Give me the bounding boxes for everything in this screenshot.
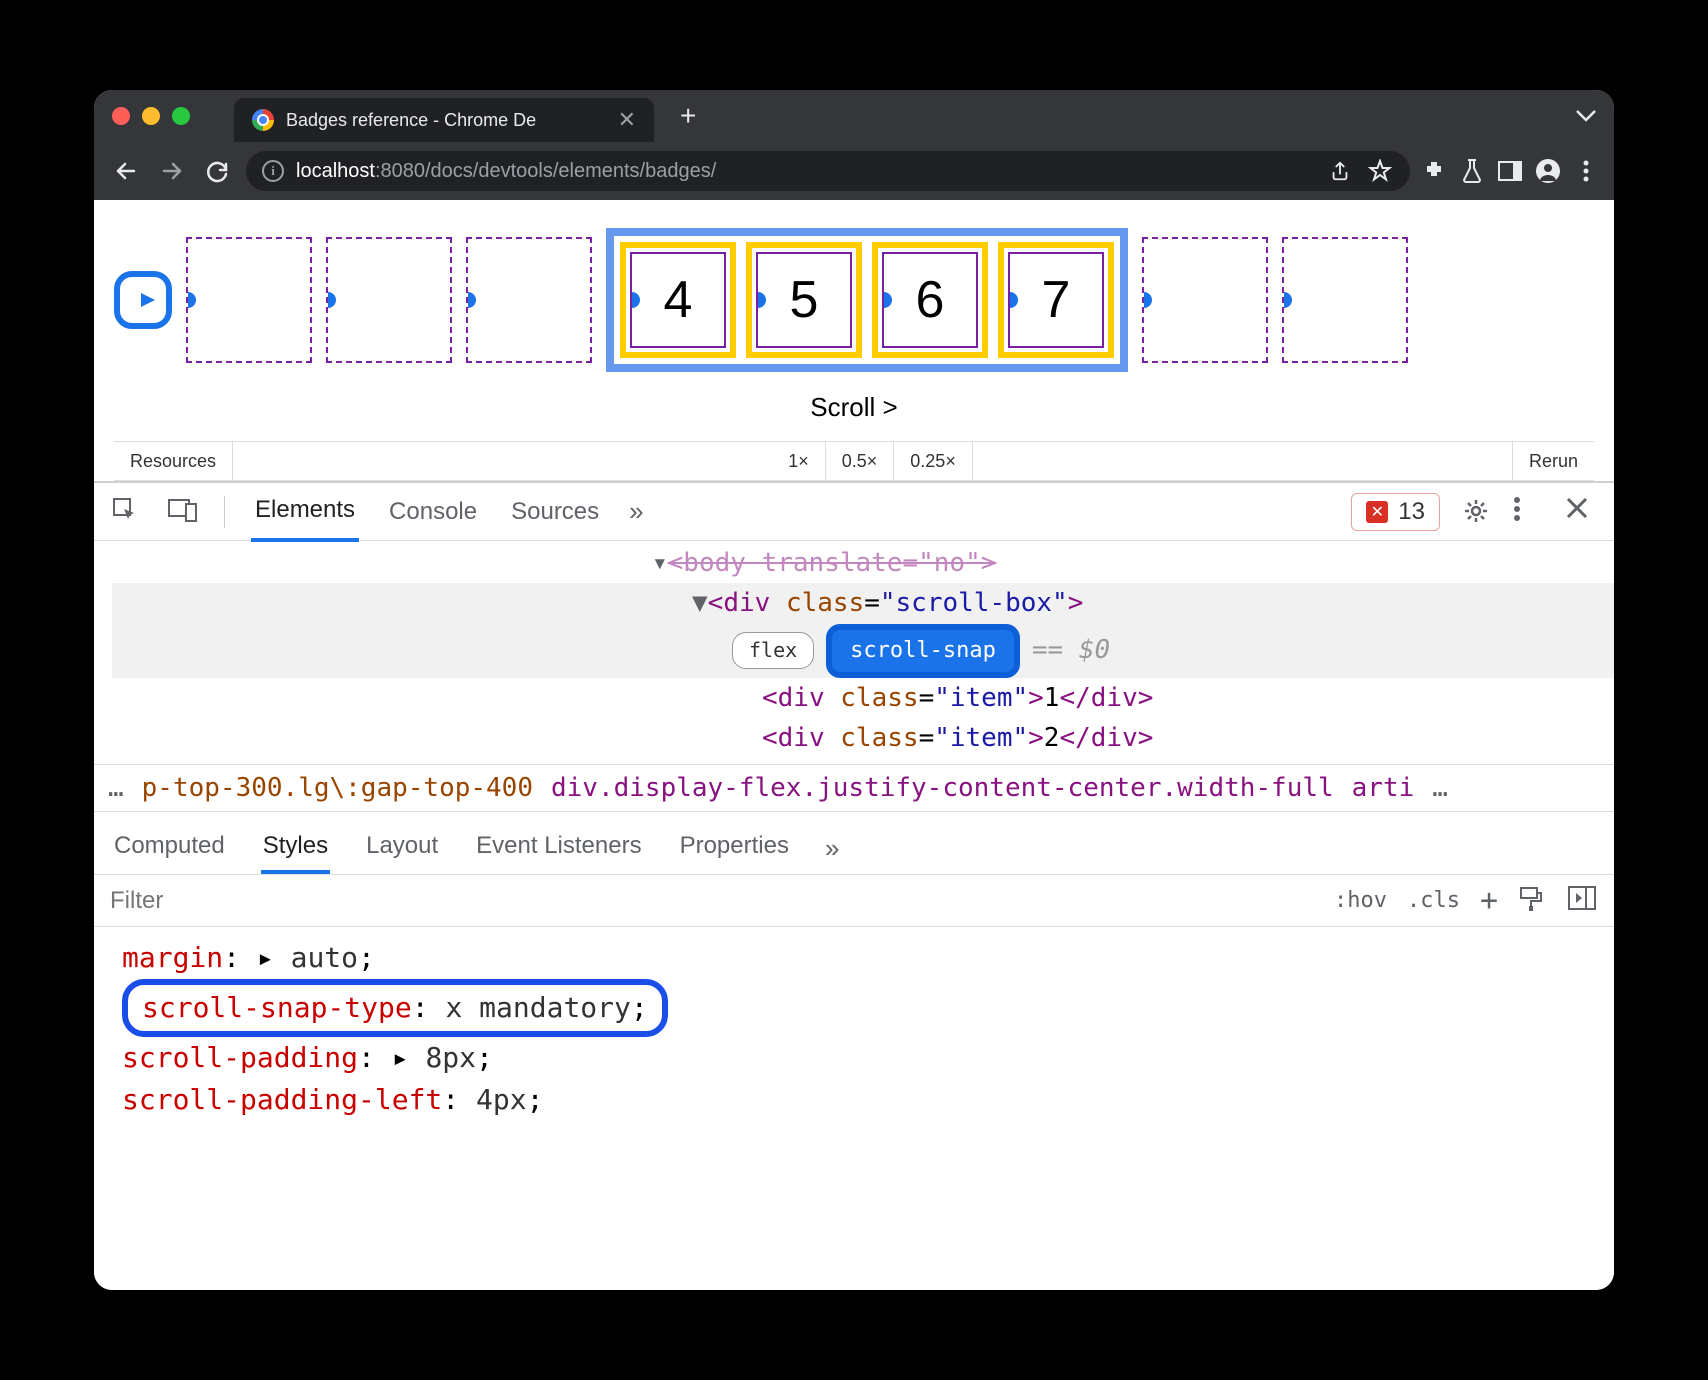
settings-icon[interactable]: [1462, 497, 1492, 527]
tab-layout[interactable]: Layout: [364, 822, 440, 874]
window-titlebar: Badges reference - Chrome De ✕ +: [94, 90, 1614, 142]
dom-badges-row: flex scroll-snap == $0: [112, 624, 1614, 678]
url-text: localhost:8080/docs/devtools/elements/ba…: [296, 160, 716, 183]
selected-node-indicator: == $0: [1032, 630, 1110, 670]
bookmark-icon[interactable]: [1366, 157, 1394, 185]
zoom-025x-button[interactable]: 0.25×: [894, 442, 973, 480]
new-rule-button[interactable]: +: [1480, 883, 1498, 918]
more-tabs-button[interactable]: »: [629, 496, 643, 527]
paint-icon[interactable]: [1518, 886, 1548, 916]
breadcrumb-ellipsis[interactable]: …: [1432, 773, 1448, 803]
panel-icon[interactable]: [1496, 157, 1524, 185]
breadcrumb-item[interactable]: div.display-flex.justify-content-center.…: [551, 773, 1334, 803]
browser-toolbar: i localhost:8080/docs/devtools/elements/…: [94, 142, 1614, 200]
scroll-item: [326, 237, 452, 363]
scroll-item: [1142, 237, 1268, 363]
tab-event-listeners[interactable]: Event Listeners: [474, 822, 643, 874]
back-button[interactable]: [108, 153, 144, 189]
reload-button[interactable]: [200, 153, 236, 189]
chrome-favicon-icon: [252, 109, 274, 131]
dom-node-scrollbox[interactable]: ▼<div class="scroll-box">: [112, 583, 1614, 623]
flex-badge[interactable]: flex: [732, 632, 814, 669]
scroll-item-selected: 7: [998, 242, 1114, 358]
css-declaration[interactable]: scroll-padding: ▸ 8px;: [122, 1037, 1586, 1079]
fiddle-footer-bar: Resources 1× 0.5× 0.25× Rerun: [114, 441, 1594, 481]
hov-toggle-button[interactable]: :hov: [1334, 888, 1387, 913]
labs-icon[interactable]: [1458, 157, 1486, 185]
scroll-snap-badge[interactable]: scroll-snap: [826, 624, 1020, 678]
error-count-badge[interactable]: ✕ 13: [1351, 493, 1440, 531]
page-content: 4 5 6 7 Scroll > Resources 1× 0.5× 0.25×…: [94, 200, 1614, 481]
scroll-demo-row[interactable]: 4 5 6 7: [114, 212, 1594, 388]
close-window-button[interactable]: [112, 107, 130, 125]
dom-tree[interactable]: ▾<body translate="no"> ▼<div class="scro…: [94, 541, 1614, 764]
resources-button[interactable]: Resources: [114, 442, 233, 480]
scroll-hint-label: Scroll >: [114, 392, 1594, 423]
scroll-item-selected: 6: [872, 242, 988, 358]
close-devtools-button[interactable]: [1566, 497, 1596, 527]
styles-filter-row: :hov .cls +: [94, 875, 1614, 927]
traffic-lights: [112, 107, 190, 125]
breadcrumb-item[interactable]: arti: [1352, 773, 1415, 803]
breadcrumb-ellipsis[interactable]: …: [108, 773, 124, 803]
cls-toggle-button[interactable]: .cls: [1407, 888, 1460, 913]
css-rules[interactable]: margin: ▸ auto; scroll-snap-type: x mand…: [94, 927, 1614, 1131]
breadcrumb-item[interactable]: p-top-300.lg\:gap-top-400: [142, 773, 533, 803]
profile-icon[interactable]: [1534, 157, 1562, 185]
dom-breadcrumb[interactable]: … p-top-300.lg\:gap-top-400 div.display-…: [94, 764, 1614, 812]
menu-icon[interactable]: [1572, 157, 1600, 185]
scroll-item: [466, 237, 592, 363]
close-tab-button[interactable]: ✕: [618, 107, 636, 133]
tab-console[interactable]: Console: [385, 484, 481, 540]
forward-button[interactable]: [154, 153, 190, 189]
scroll-item-selected: 4: [620, 242, 736, 358]
devtools-panel: Elements Console Sources » ✕ 13: [94, 481, 1614, 1290]
address-bar[interactable]: i localhost:8080/docs/devtools/elements/…: [246, 151, 1410, 191]
more-style-tabs-button[interactable]: »: [825, 833, 839, 864]
tab-styles[interactable]: Styles: [261, 822, 330, 874]
styles-filter-input[interactable]: [110, 887, 1314, 915]
dom-node-body[interactable]: ▾<body translate="no">: [112, 543, 1614, 583]
zoom-1x-button[interactable]: 1×: [772, 442, 826, 480]
css-declaration[interactable]: scroll-padding-left: 4px;: [122, 1079, 1586, 1121]
scroll-item-selected: 5: [746, 242, 862, 358]
scroll-viewport-highlight: 4 5 6 7: [606, 228, 1128, 372]
tab-title: Badges reference - Chrome De: [286, 110, 536, 131]
tab-elements[interactable]: Elements: [251, 482, 359, 542]
site-info-icon[interactable]: i: [262, 160, 284, 182]
scroll-item: [186, 237, 312, 363]
minimize-window-button[interactable]: [142, 107, 160, 125]
tab-sources[interactable]: Sources: [507, 484, 603, 540]
tabs-menu-button[interactable]: [1576, 110, 1596, 122]
rerun-button[interactable]: Rerun: [1512, 442, 1594, 480]
new-tab-button[interactable]: +: [680, 100, 696, 132]
extensions-icon[interactable]: [1420, 157, 1448, 185]
share-icon[interactable]: [1326, 157, 1354, 185]
tab-computed[interactable]: Computed: [112, 822, 227, 874]
zoom-05x-button[interactable]: 0.5×: [826, 442, 895, 480]
devtools-header: Elements Console Sources » ✕ 13: [94, 483, 1614, 541]
error-icon: ✕: [1366, 501, 1388, 523]
dom-node-item[interactable]: <div class="item">1</div>: [112, 678, 1614, 718]
tab-properties[interactable]: Properties: [678, 822, 791, 874]
styles-tabstrip: Computed Styles Layout Event Listeners P…: [94, 812, 1614, 875]
kebab-menu-icon[interactable]: [1514, 497, 1544, 527]
inspect-icon[interactable]: [112, 497, 142, 527]
css-declaration[interactable]: margin: ▸ auto;: [122, 937, 1586, 979]
css-declaration-highlighted[interactable]: scroll-snap-type: x mandatory;: [122, 979, 1586, 1037]
toggle-sidebar-icon[interactable]: [1568, 886, 1598, 916]
device-toggle-icon[interactable]: [168, 497, 198, 527]
dom-node-item[interactable]: <div class="item">2</div>: [112, 718, 1614, 758]
snap-cursor-marker: [114, 271, 172, 329]
browser-tab[interactable]: Badges reference - Chrome De ✕: [234, 98, 654, 142]
maximize-window-button[interactable]: [172, 107, 190, 125]
scroll-item: [1282, 237, 1408, 363]
